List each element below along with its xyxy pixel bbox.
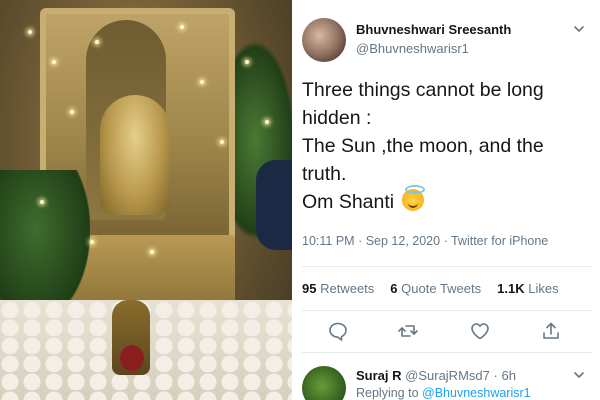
reply-author-name[interactable]: Suraj R (356, 368, 402, 383)
fairy-light (220, 140, 224, 144)
fairy-light (200, 80, 204, 84)
retweets-count: 95 (302, 281, 317, 296)
retweets-label: Retweets (320, 281, 375, 296)
divider (302, 266, 592, 267)
cap (256, 160, 292, 250)
fairy-light (180, 25, 184, 29)
fairy-light (40, 200, 44, 204)
reply-dot: · (493, 368, 498, 383)
chevron-down-icon[interactable] (572, 368, 586, 382)
tweet-card: Bhuvneshwari Sreesanth @Bhuvneshwarisr1 … (292, 0, 600, 400)
tweet-text-line-last: Om Shanti (302, 185, 592, 216)
divider (302, 310, 592, 311)
tweet-date[interactable]: Sep 12, 2020 (366, 234, 440, 248)
tweet-text-line: truth. (302, 163, 347, 185)
reply-author-avatar[interactable] (302, 366, 346, 400)
replying-to-mention[interactable]: @Bhuvneshwarisr1 (422, 386, 531, 400)
quote-tweets-count: 6 (390, 281, 398, 296)
reply-tweet[interactable]: Suraj R @SurajRMsd7 · 6h Replying to @Bh… (292, 358, 600, 400)
author-name[interactable]: Bhuvneshwari Sreesanth (356, 22, 511, 37)
plant-decoration (0, 170, 90, 320)
quote-tweets-stat[interactable]: 6 Quote Tweets (390, 281, 481, 296)
fairy-light (95, 40, 99, 44)
likes-label: Likes (528, 281, 559, 296)
heart-icon[interactable] (469, 320, 491, 342)
ganesha-idol (100, 95, 170, 215)
tweet-text-fragment: Om Shanti (302, 191, 395, 213)
fairy-light (90, 240, 94, 244)
likes-stat[interactable]: 1.1K Likes (497, 281, 558, 296)
tweet-photo[interactable] (0, 0, 292, 400)
replying-to: Replying to @Bhuvneshwarisr1 (356, 386, 531, 400)
replying-to-prefix: Replying to (356, 386, 419, 400)
tweet-text-line: Three things cannot be long (302, 79, 544, 101)
tweet-time[interactable]: 10:11 PM (302, 234, 355, 248)
fairy-light (28, 30, 32, 34)
quote-tweets-label: Quote Tweets (401, 281, 482, 296)
reply-age[interactable]: 6h (501, 368, 515, 383)
tweet-text: Three things cannot be long hidden : The… (302, 76, 592, 216)
tweet-actions (292, 320, 600, 348)
reply-icon[interactable] (327, 320, 349, 342)
likes-count: 1.1K (497, 281, 525, 296)
tweet-stats: 95 Retweets 6 Quote Tweets 1.1K Likes (302, 281, 559, 296)
chevron-down-icon[interactable] (572, 22, 586, 36)
fairy-light (70, 110, 74, 114)
tweet-meta: 10:11 PM · Sep 12, 2020 · Twitter for iP… (302, 234, 548, 248)
reply-author-handle[interactable]: @SurajRMsd7 (405, 368, 490, 383)
tweet-text-line: The Sun ,the moon, and the (302, 135, 544, 157)
meta-dot: · (443, 234, 451, 248)
author-avatar[interactable] (302, 18, 346, 62)
author-handle[interactable]: @Bhuvneshwarisr1 (356, 41, 469, 56)
share-icon[interactable] (540, 320, 562, 342)
fairy-light (245, 60, 249, 64)
divider (302, 352, 592, 353)
retweet-icon[interactable] (397, 320, 419, 342)
meta-dot: · (358, 234, 366, 248)
retweets-stat[interactable]: 95 Retweets (302, 281, 374, 296)
fairy-light (52, 60, 56, 64)
fairy-light (265, 120, 269, 124)
fairy-light (150, 250, 154, 254)
tweet-source[interactable]: Twitter for iPhone (451, 234, 548, 248)
lamp-glass (120, 345, 144, 371)
tweet-text-line: hidden : (302, 107, 372, 129)
reply-author: Suraj R @SurajRMsd7 · 6h (356, 368, 516, 383)
smiling-face-with-halo-icon (401, 185, 425, 211)
